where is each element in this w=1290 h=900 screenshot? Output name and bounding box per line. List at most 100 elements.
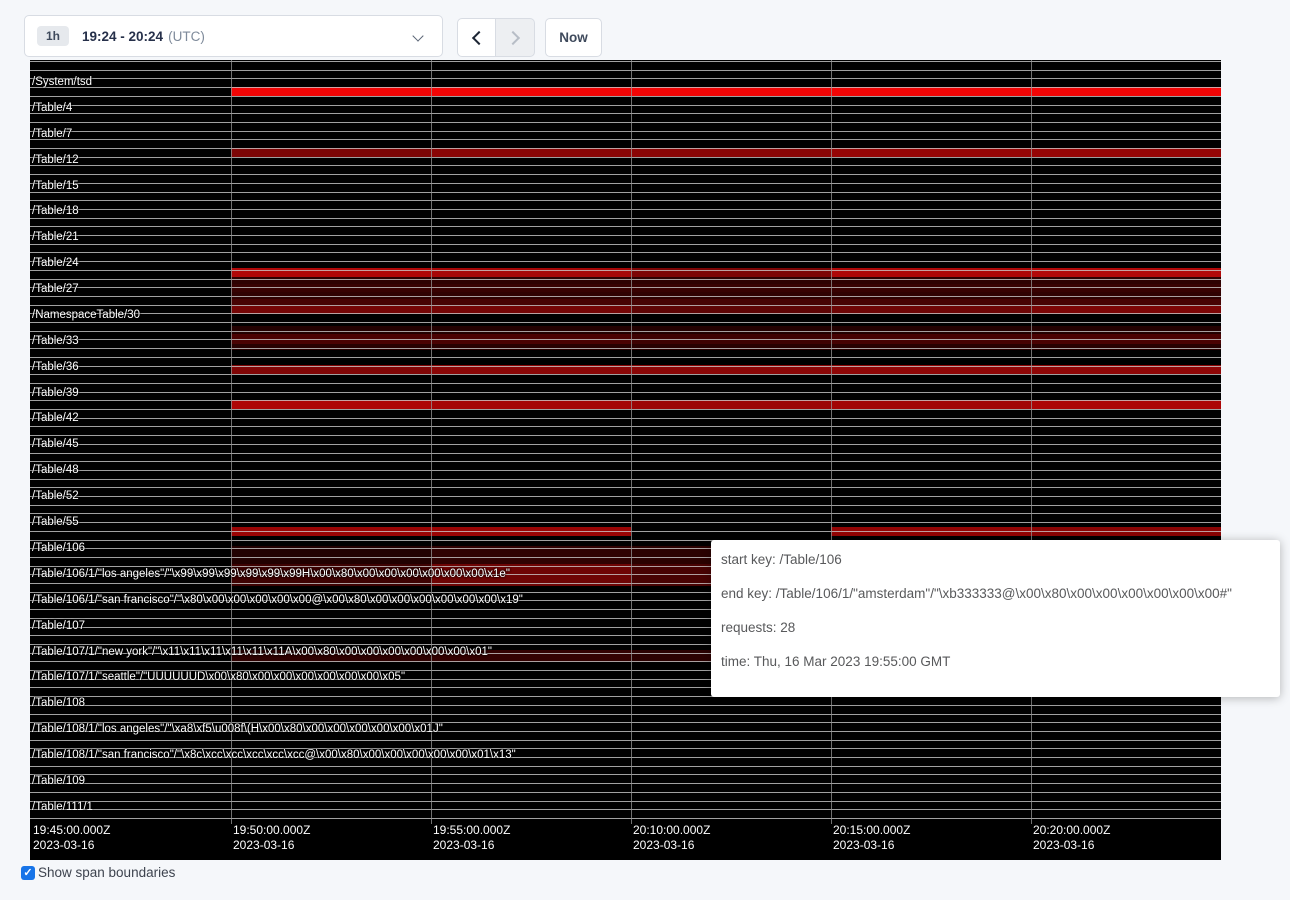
span-boundary-line [30,192,1221,193]
heat-band-segment[interactable] [1031,148,1221,157]
tooltip-start-key: start key: /Table/106 [721,553,1270,567]
span-boundary-line [30,809,1221,810]
heat-band-segment[interactable] [631,400,831,409]
time-nav-group [457,18,535,57]
row-label: /Table/42 [32,412,79,424]
span-boundary-line [30,453,1221,454]
axis-tick-time: 19:50:00.000Z [233,823,310,838]
heat-band-segment[interactable] [231,87,1221,96]
row-label: /Table/55 [32,516,79,528]
key-visualizer-canvas[interactable]: /System/tsd/Table/4/Table/7/Table/12/Tab… [30,60,1221,860]
span-boundary-line [30,339,1221,340]
row-label: /Table/108/1/"los angeles"/"\xa8\xf5\u00… [32,723,443,735]
span-boundary-line [30,287,1221,288]
span-boundary-line [30,331,1221,332]
row-label: /Table/33 [32,335,79,347]
axis-tick-date: 2023-03-16 [833,838,910,853]
span-boundary-line [30,496,1221,497]
tooltip-end-key: end key: /Table/106/1/"amsterdam"/"\xb33… [721,587,1270,601]
span-boundary-line [30,235,1221,236]
span-boundary-line [30,305,1221,306]
span-tooltip: start key: /Table/106 end key: /Table/10… [711,540,1280,697]
heat-band-segment[interactable] [831,400,1031,409]
span-boundary-line [30,157,1221,158]
axis-tick-time: 19:55:00.000Z [433,823,510,838]
row-label: /Table/107/1/"seattle"/"UUUUUUD\x00\x80\… [32,671,405,683]
span-boundary-line [30,209,1221,210]
heat-band-segment[interactable] [431,148,631,157]
row-label: /Table/106/1/"san francisco"/"\x80\x00\x… [32,594,523,606]
span-boundary-line [30,383,1221,384]
span-boundary-line [30,174,1221,175]
axis-tick-date: 2023-03-16 [1033,838,1110,853]
next-time-button[interactable] [496,18,535,57]
span-boundary-line [30,705,1221,706]
time-gridline [1031,60,1032,824]
span-boundary-line [30,400,1221,401]
span-boundary-line [30,148,1221,149]
row-label: /Table/15 [32,180,79,192]
chevron-right-icon [506,30,520,44]
span-boundary-line [30,122,1221,123]
row-label: /Table/24 [32,257,79,269]
span-boundary-line [30,261,1221,262]
row-label: /Table/45 [32,438,79,450]
heat-band-segment[interactable] [631,148,831,157]
time-range-selector[interactable]: 1h 19:24 - 20:24 (UTC) [24,15,443,57]
span-boundary-line [30,740,1221,741]
row-label: /Table/107 [32,620,85,632]
show-span-boundaries-label: Show span boundaries [38,865,175,880]
axis-tick-date: 2023-03-16 [233,838,310,853]
span-boundary-line [30,78,1221,79]
span-boundary-line [30,226,1221,227]
span-boundary-line [30,105,1221,106]
heat-band-segment[interactable] [231,344,1221,350]
axis-tick-time: 20:20:00.000Z [1033,823,1110,838]
time-gridline [831,60,832,824]
span-boundary-line [30,435,1221,436]
row-label: /Table/52 [32,490,79,502]
chevron-down-icon [412,30,423,41]
row-label: /Table/109 [32,775,85,787]
axis-tick-date: 2023-03-16 [33,838,110,853]
row-label: /Table/4 [32,102,72,114]
heat-band-segment[interactable] [431,400,631,409]
span-boundary-line [30,296,1221,297]
span-boundary-line [30,61,1221,62]
heat-band-segment[interactable] [831,148,1031,157]
span-boundary-line [30,96,1221,97]
span-boundary-line [30,774,1221,775]
span-boundary-line [30,531,1221,532]
axis-tick-label: 20:15:00.000Z2023-03-16 [833,823,910,853]
span-boundary-line [30,470,1221,471]
span-boundary-line [30,183,1221,184]
span-boundary-line [30,139,1221,140]
axis-tick-date: 2023-03-16 [633,838,710,853]
axis-tick-time: 20:15:00.000Z [833,823,910,838]
axis-tick-label: 19:55:00.000Z2023-03-16 [433,823,510,853]
heat-band-segment[interactable] [231,400,431,409]
now-button[interactable]: Now [545,18,602,57]
span-boundary-line [30,505,1221,506]
row-label: /Table/48 [32,464,79,476]
span-boundary-line [30,714,1221,715]
previous-time-button[interactable] [457,18,496,57]
span-boundary-line [30,348,1221,349]
span-boundary-line [30,426,1221,427]
span-boundary-line [30,200,1221,201]
heat-band-segment[interactable] [231,148,431,157]
show-span-boundaries-checkbox[interactable]: ✓ [21,866,35,880]
axis-tick-label: 20:10:00.000Z2023-03-16 [633,823,710,853]
axis-tick-time: 20:10:00.000Z [633,823,710,838]
row-label: /System/tsd [32,76,92,88]
time-gridline [231,60,232,824]
row-label: /Table/21 [32,231,79,243]
heat-band-segment[interactable] [1031,400,1221,409]
row-label: /Table/36 [32,361,79,373]
axis-tick-label: 19:50:00.000Z2023-03-16 [233,823,310,853]
span-boundary-line [30,801,1221,802]
span-boundary-line [30,418,1221,419]
span-boundary-line [30,818,1221,819]
span-boundary-line [30,279,1221,280]
span-boundary-line [30,313,1221,314]
